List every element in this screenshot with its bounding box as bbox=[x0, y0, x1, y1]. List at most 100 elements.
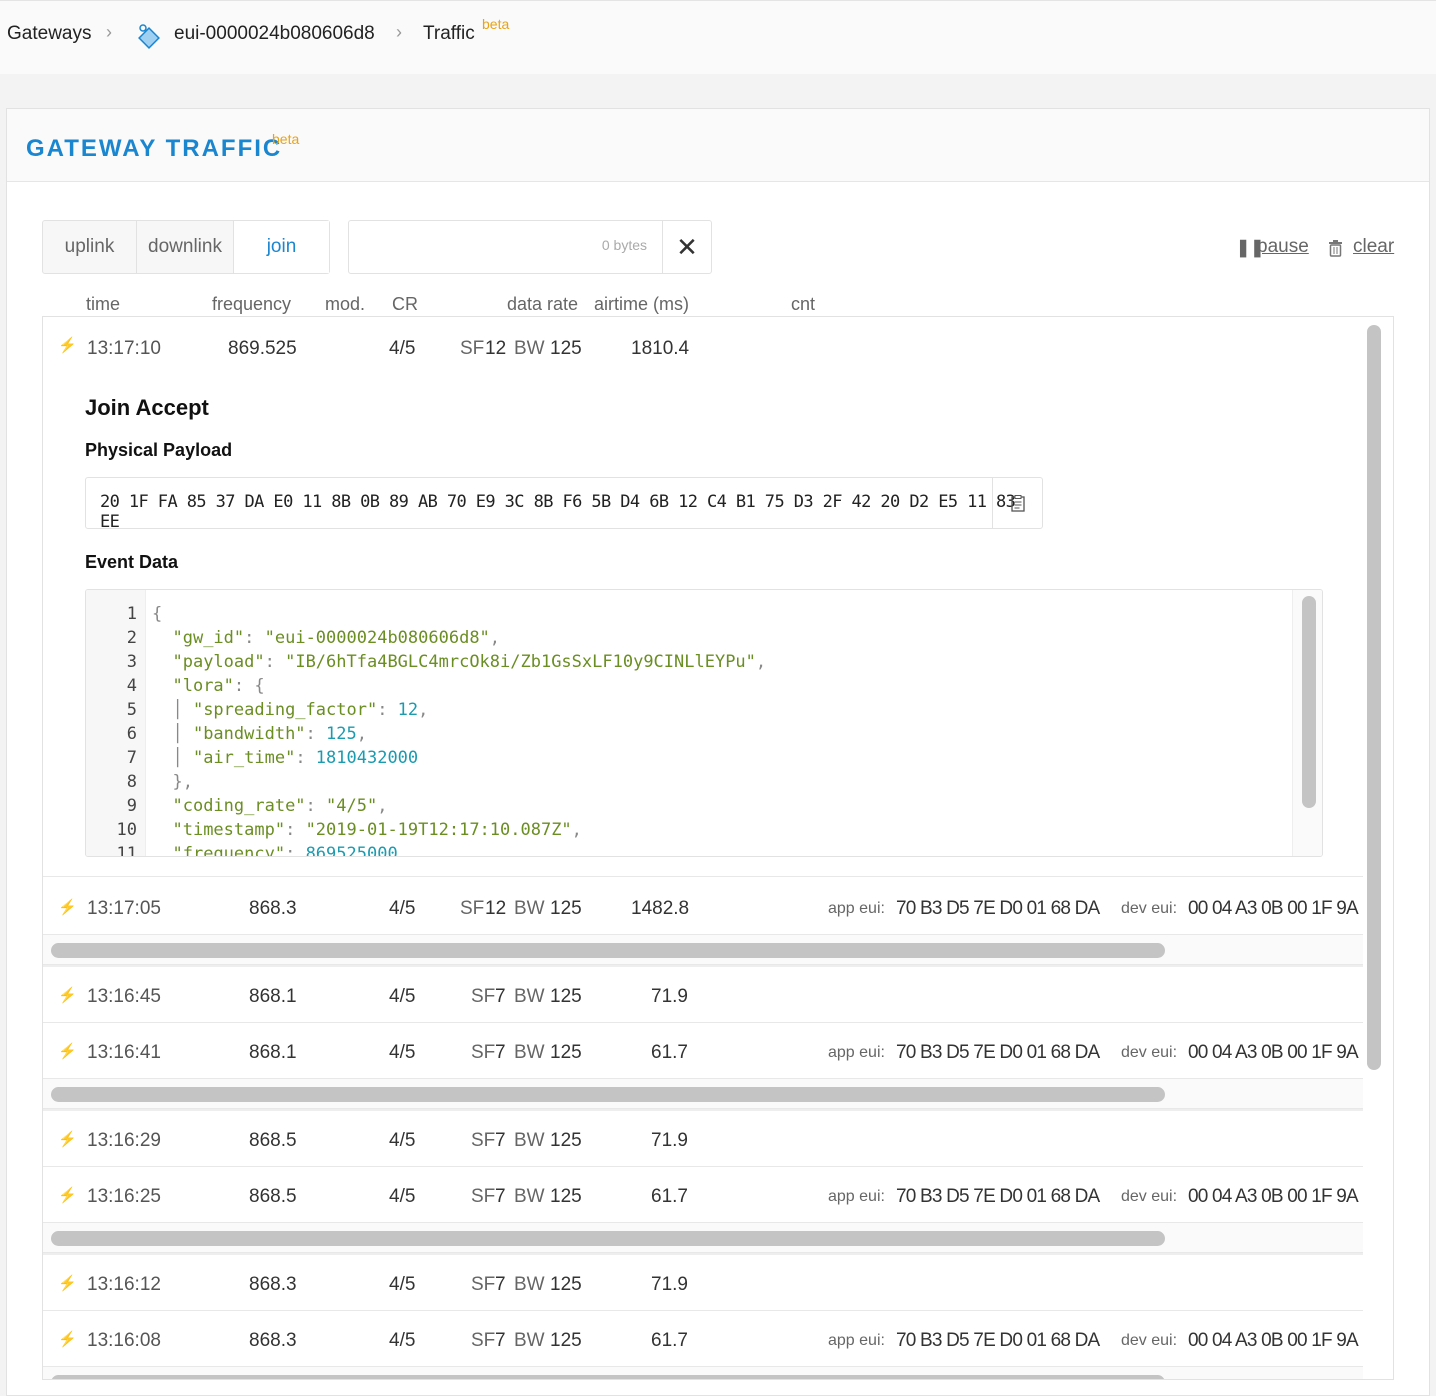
column-header-cnt: cnt bbox=[791, 294, 816, 314]
line-number-gutter: 1 2 3 4 5 6 7 8 9 10 11 bbox=[86, 590, 146, 856]
row-bw-label: BW bbox=[514, 986, 545, 1007]
event-data-code-editor[interactable]: 1 2 3 4 5 6 7 8 9 10 11 { "gw_id": "eui-… bbox=[85, 589, 1323, 857]
row-horizontal-scrollbar[interactable] bbox=[51, 1231, 1165, 1246]
row-cr: 4/5 bbox=[389, 986, 416, 1007]
row-sf: 7 bbox=[495, 1186, 506, 1207]
line-number: 7 bbox=[126, 748, 137, 768]
line-number: 1 bbox=[126, 604, 137, 624]
row-sf-label: SF bbox=[471, 986, 496, 1007]
uplink-bolt-icon: ⚡ bbox=[58, 1131, 77, 1148]
row-bw-label: BW bbox=[514, 1186, 545, 1207]
row-horizontal-scrollbar-track bbox=[43, 1367, 1363, 1379]
row-horizontal-scrollbar-track bbox=[43, 935, 1363, 965]
row-frequency: 868.5 bbox=[249, 1186, 297, 1207]
row-bw-label: BW bbox=[514, 1330, 545, 1351]
row-time: 13:16:45 bbox=[87, 986, 161, 1007]
column-header-data-rate: data rate bbox=[507, 294, 579, 314]
clipboard-icon[interactable] bbox=[992, 478, 1042, 528]
line-number: 8 bbox=[126, 772, 137, 792]
row-bw: 125 bbox=[550, 1130, 582, 1151]
column-header-airtime: airtime (ms) bbox=[594, 294, 689, 314]
row-airtime: 1482.8 bbox=[631, 898, 690, 919]
row-sf: 7 bbox=[495, 1130, 506, 1151]
row-sf: 12 bbox=[485, 898, 507, 919]
code-line: "frequency": 869525000 bbox=[172, 844, 398, 857]
row-airtime: 71.9 bbox=[651, 986, 688, 1007]
row-app-eui: 70 B3 D5 7E D0 01 68 DA bbox=[896, 898, 1100, 919]
row-bw: 125 bbox=[550, 986, 582, 1007]
row-bw: 125 bbox=[550, 1042, 582, 1063]
app-eui-label: app eui: bbox=[828, 1188, 885, 1205]
traffic-row[interactable]: ⚡ 13:16:12 868.3 4/5 SF 7 BW 125 71.9 bbox=[43, 1255, 1363, 1311]
row-bw-label: BW bbox=[514, 338, 545, 359]
row-sf-label: SF bbox=[460, 338, 485, 359]
tab-join[interactable]: join bbox=[234, 221, 329, 273]
physical-payload-value: 20 1F FA 85 37 DA E0 11 8B 0B 89 AB 70 E… bbox=[100, 492, 1016, 532]
tab-uplink[interactable]: uplink bbox=[43, 221, 137, 273]
filter-input[interactable]: 0 bytes ✕ bbox=[348, 220, 712, 274]
row-horizontal-scrollbar[interactable] bbox=[51, 1087, 1165, 1102]
breadcrumb-gateways[interactable]: Gateways bbox=[7, 23, 91, 45]
row-airtime: 61.7 bbox=[651, 1330, 688, 1351]
line-number: 3 bbox=[126, 652, 137, 672]
line-number: 2 bbox=[126, 628, 137, 648]
line-number: 5 bbox=[126, 700, 137, 720]
dev-eui-label: dev eui: bbox=[1121, 1044, 1178, 1061]
row-time: 13:17:10 bbox=[87, 338, 161, 359]
traffic-row[interactable]: ⚡ 13:16:08 868.3 4/5 SF 7 BW 125 61.7 app eui: 70 … bbox=[43, 1311, 1363, 1367]
row-cr: 4/5 bbox=[389, 1130, 416, 1151]
column-header-time: time bbox=[86, 294, 121, 314]
row-horizontal-scrollbar[interactable] bbox=[51, 943, 1165, 958]
row-horizontal-scrollbar-track bbox=[43, 1079, 1363, 1109]
row-dev-eui: 00 04 A3 0B 00 1F 9A bbox=[1188, 1042, 1359, 1063]
tab-downlink[interactable]: downlink bbox=[137, 221, 234, 273]
row-frequency: 868.3 bbox=[249, 1274, 297, 1295]
physical-payload-field: 20 1F FA 85 37 DA E0 11 8B 0B 89 AB 70 E… bbox=[85, 477, 1043, 532]
downlink-bolt-icon: ⚡ bbox=[58, 899, 77, 916]
traffic-row[interactable]: ⚡ 13:17:05 868.3 4/5 SF 12 BW 125 1482.8 app eui:… bbox=[43, 879, 1363, 935]
row-sf-label: SF bbox=[471, 1042, 496, 1063]
row-time: 13:16:25 bbox=[87, 1186, 161, 1207]
code-line: │ "spreading_factor": 12, bbox=[152, 700, 429, 720]
row-sf-label: SF bbox=[471, 1130, 496, 1151]
row-app-eui: 70 B3 D5 7E D0 01 68 DA bbox=[896, 1186, 1100, 1207]
traffic-row[interactable]: ⚡ 13:16:45 868.1 4/5 SF 7 BW 125 71.9 bbox=[43, 967, 1363, 1023]
row-time: 13:16:29 bbox=[87, 1130, 161, 1151]
row-frequency: 868.5 bbox=[249, 1130, 297, 1151]
row-dev-eui: 00 04 A3 0B 00 1F 9A bbox=[1188, 1186, 1359, 1207]
row-sf-label: SF bbox=[460, 898, 485, 919]
close-icon[interactable]: ✕ bbox=[662, 221, 711, 273]
uplink-bolt-icon: ⚡ bbox=[58, 1275, 77, 1292]
code-line: }, bbox=[152, 772, 193, 792]
row-horizontal-scrollbar[interactable] bbox=[51, 1375, 1165, 1379]
row-frequency: 868.3 bbox=[249, 1330, 297, 1351]
pause-button[interactable]: pause bbox=[1257, 236, 1309, 258]
row-sf: 7 bbox=[495, 1042, 506, 1063]
row-sf-label: SF bbox=[471, 1330, 496, 1351]
row-bw: 125 bbox=[550, 1186, 582, 1207]
breadcrumb-gateway-id[interactable]: eui-0000024b080606d8 bbox=[174, 23, 375, 45]
row-cr: 4/5 bbox=[389, 1042, 416, 1063]
traffic-row[interactable]: ⚡ 13:16:41 868.1 4/5 SF 7 BW 125 61.7 app eui: 70 … bbox=[43, 1023, 1363, 1079]
traffic-list[interactable]: ⚡ 13:17:10 869.525 4/5 SF 12 BW 125 1810… bbox=[42, 316, 1394, 1380]
code-line: "gw_id": "eui-0000024b080606d8", bbox=[172, 628, 501, 648]
breadcrumb: Gateways › eui-0000024b080606d8 › Traffi… bbox=[0, 0, 1436, 74]
code-scrollbar[interactable] bbox=[1302, 596, 1316, 808]
trash-icon[interactable] bbox=[1328, 240, 1343, 262]
traffic-row[interactable]: ⚡ 13:16:29 868.5 4/5 SF 7 BW 125 71.9 bbox=[43, 1111, 1363, 1167]
row-airtime: 61.7 bbox=[651, 1042, 688, 1063]
row-bw-label: BW bbox=[514, 1274, 545, 1295]
row-cr: 4/5 bbox=[389, 898, 416, 919]
row-sf: 12 bbox=[485, 338, 507, 359]
row-time: 13:16:41 bbox=[87, 1042, 161, 1063]
beta-badge: beta bbox=[482, 16, 510, 32]
clear-button[interactable]: clear bbox=[1353, 236, 1394, 258]
uplink-bolt-icon: ⚡ bbox=[58, 337, 77, 354]
row-bw-label: BW bbox=[514, 1042, 545, 1063]
row-cr: 4/5 bbox=[389, 1186, 416, 1207]
traffic-row[interactable]: ⚡ 13:16:25 868.5 4/5 SF 7 BW 125 61.7 app eui: 70 … bbox=[43, 1167, 1363, 1223]
row-time: 13:16:12 bbox=[87, 1274, 161, 1295]
card-title: GATEWAY TRAFFIC bbox=[26, 135, 283, 162]
traffic-row-expanded[interactable]: ⚡ 13:17:10 869.525 4/5 SF 12 BW 125 1810… bbox=[43, 317, 1363, 877]
list-scrollbar[interactable] bbox=[1367, 325, 1381, 1070]
